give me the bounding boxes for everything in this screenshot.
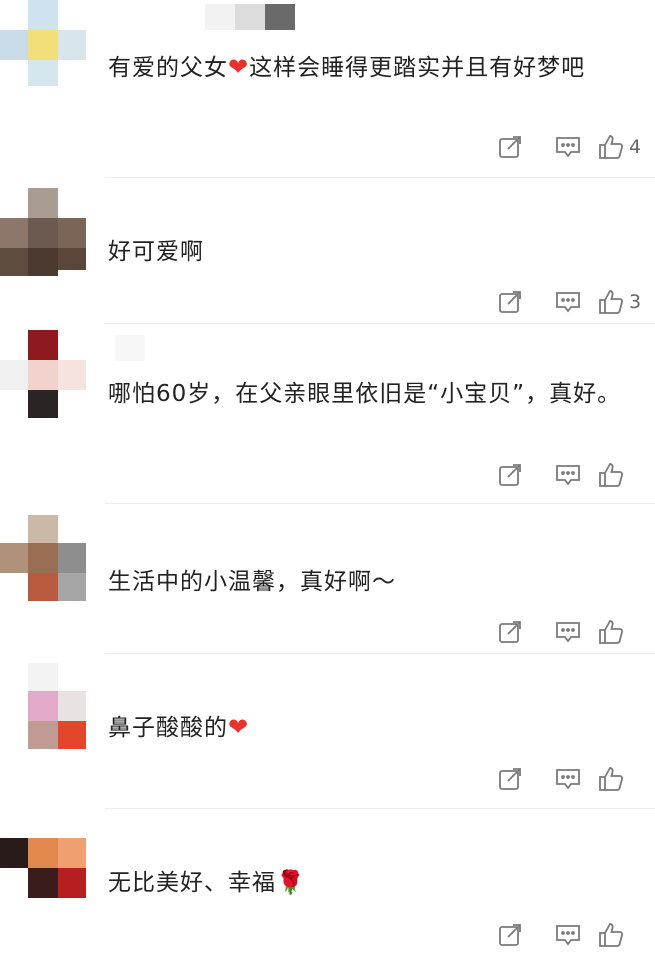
- comment-item: 有爱的父女❤这样会睡得更踏实并且有好梦吧 4: [0, 0, 655, 180]
- comment-text: 无比美好、幸福🌹: [108, 870, 306, 896]
- like-button[interactable]: [597, 458, 647, 492]
- share-icon: [499, 621, 521, 643]
- comment-text: 好可爱啊: [108, 239, 204, 265]
- comment-icon: [556, 465, 580, 486]
- comment-icon: [556, 925, 580, 946]
- share-icon: [499, 464, 521, 486]
- share-button[interactable]: [481, 615, 539, 649]
- comment-item: 好可爱啊 3: [0, 180, 655, 325]
- like-button[interactable]: [597, 762, 647, 796]
- share-button[interactable]: [481, 918, 539, 952]
- reply-button[interactable]: [539, 615, 597, 649]
- share-icon: [499, 291, 521, 313]
- like-button[interactable]: [597, 615, 647, 649]
- username-redacted: [205, 4, 295, 30]
- thumbs-up-icon: [599, 135, 624, 159]
- share-button[interactable]: [481, 762, 539, 796]
- comment-item: 鼻子酸酸的❤: [0, 655, 655, 810]
- reply-button[interactable]: [539, 918, 597, 952]
- share-button[interactable]: [481, 458, 539, 492]
- comment-icon: [556, 622, 580, 643]
- avatar[interactable]: [0, 188, 88, 278]
- comment-icon: [556, 769, 580, 790]
- thumbs-up-icon: [599, 767, 624, 791]
- avatar[interactable]: [0, 330, 88, 420]
- avatar[interactable]: [0, 663, 88, 753]
- comment-text: 鼻子酸酸的❤: [108, 713, 250, 741]
- thumbs-up-icon: [599, 463, 624, 487]
- thumbs-up-icon: [599, 290, 624, 314]
- like-button[interactable]: 3: [597, 285, 647, 319]
- avatar[interactable]: [0, 0, 88, 90]
- like-button[interactable]: 4: [597, 130, 647, 164]
- divider: [105, 653, 655, 654]
- share-icon: [499, 924, 521, 946]
- divider: [105, 808, 655, 809]
- comment-text: 生活中的小温馨，真好啊～: [108, 569, 396, 595]
- share-icon: [499, 768, 521, 790]
- comment-item: 生活中的小温馨，真好啊～: [0, 505, 655, 655]
- share-icon: [499, 136, 521, 158]
- like-count: 4: [629, 136, 642, 158]
- thumbs-up-icon: [599, 923, 624, 947]
- avatar[interactable]: [0, 515, 88, 605]
- heart-emoji-icon: ❤: [228, 713, 250, 741]
- like-button[interactable]: [597, 918, 647, 952]
- share-button[interactable]: [481, 130, 539, 164]
- reply-button[interactable]: [539, 762, 597, 796]
- reply-button[interactable]: [539, 130, 597, 164]
- comment-icon: [556, 292, 580, 313]
- thumbs-up-icon: [599, 620, 624, 644]
- comment-icon: [556, 137, 580, 158]
- divider: [105, 323, 655, 324]
- divider: [105, 503, 655, 504]
- heart-emoji-icon: ❤: [228, 53, 250, 81]
- reply-button[interactable]: [539, 285, 597, 319]
- divider: [105, 177, 655, 178]
- share-button[interactable]: [481, 285, 539, 319]
- like-count: 3: [629, 291, 642, 313]
- comment-item: 无比美好、幸福🌹: [0, 810, 655, 955]
- avatar[interactable]: [0, 838, 88, 928]
- username-redacted: [115, 335, 145, 361]
- comment-text: 有爱的父女❤这样会睡得更踏实并且有好梦吧: [108, 53, 586, 81]
- comment-item: 哪怕60岁，在父亲眼里依旧是“小宝贝”，真好。: [0, 325, 655, 505]
- comment-text: 哪怕60岁，在父亲眼里依旧是“小宝贝”，真好。: [108, 381, 622, 407]
- reply-button[interactable]: [539, 458, 597, 492]
